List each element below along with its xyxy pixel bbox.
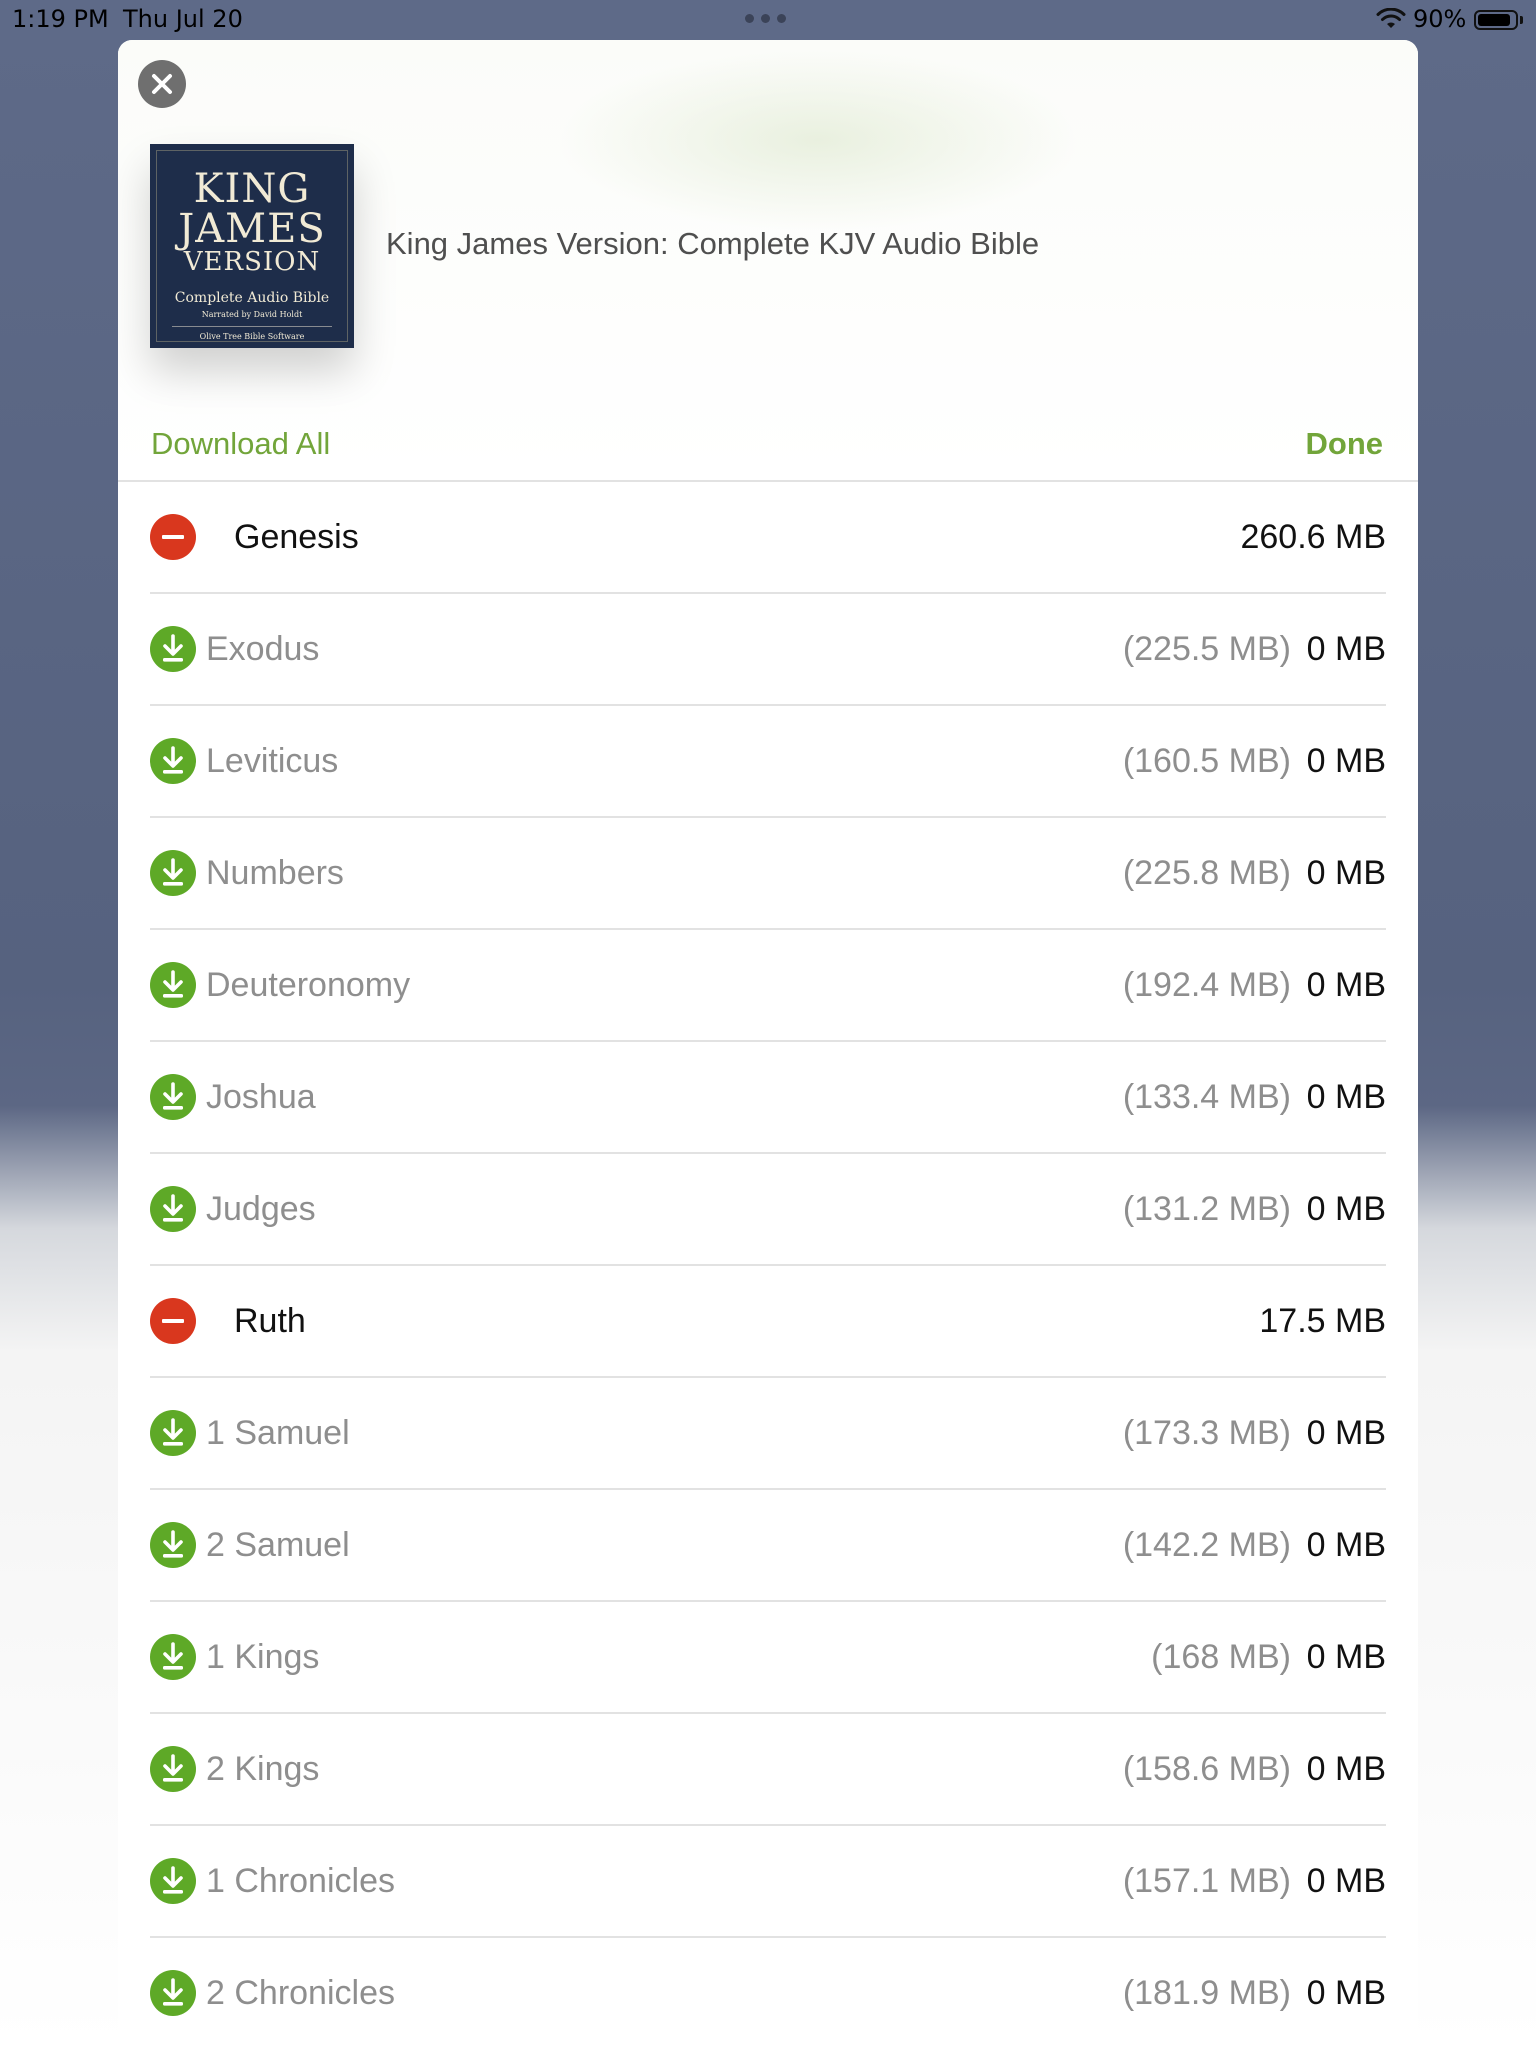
audio-download-sheet: KING JAMES VERSION Complete Audio Bible … (118, 40, 1418, 2048)
book-downloaded-size: 0 MB (1306, 966, 1386, 1004)
battery-cap (1520, 16, 1523, 24)
cover-line2: JAMES (178, 206, 326, 252)
book-downloaded-size: 0 MB (1306, 1974, 1386, 2012)
sheet-header: KING JAMES VERSION Complete Audio Bible … (118, 40, 1418, 480)
book-downloaded-size: 0 MB (1306, 742, 1386, 780)
book-full-size: (133.4 MB) (1122, 1078, 1291, 1116)
remove-icon[interactable] (150, 1298, 196, 1344)
wifi-icon (1376, 8, 1406, 28)
download-icon[interactable] (150, 962, 196, 1008)
download-icon[interactable] (150, 1970, 196, 2016)
list-item[interactable]: 2 Chronicles (181.9 MB) 0 MB (150, 1938, 1386, 2048)
book-full-size: (225.5 MB) (1122, 630, 1291, 668)
book-name: 2 Samuel (206, 1526, 350, 1564)
book-full-size: (160.5 MB) (1122, 742, 1291, 780)
list-item[interactable]: 1 Kings (168 MB) 0 MB (150, 1602, 1386, 1714)
download-icon[interactable] (150, 626, 196, 672)
battery-percent: 90% (1413, 5, 1467, 33)
book-list: Genesis 260.6 MB Exodus (225.5 MB) 0 MB Levit… (118, 482, 1418, 2048)
book-name: Leviticus (206, 742, 339, 780)
book-full-size: (142.2 MB) (1122, 1526, 1291, 1564)
book-full-size: (225.8 MB) (1122, 854, 1291, 892)
battery-icon (1474, 10, 1518, 30)
list-item[interactable]: Numbers (225.8 MB) 0 MB (150, 818, 1386, 930)
book-name: Joshua (206, 1078, 316, 1116)
book-full-size: (173.3 MB) (1122, 1414, 1291, 1452)
book-name: Deuteronomy (206, 966, 411, 1004)
book-name: 2 Kings (206, 1750, 320, 1788)
list-item[interactable]: Joshua (133.4 MB) 0 MB (150, 1042, 1386, 1154)
book-downloaded-size: 0 MB (1306, 1750, 1386, 1788)
book-full-size: (192.4 MB) (1122, 966, 1291, 1004)
download-icon[interactable] (150, 1858, 196, 1904)
remove-icon[interactable] (150, 514, 196, 560)
book-full-size: (181.9 MB) (1122, 1974, 1291, 2012)
list-item[interactable]: Ruth 17.5 MB (150, 1266, 1386, 1378)
download-icon[interactable] (150, 850, 196, 896)
book-name: Genesis (234, 518, 359, 556)
book-downloaded-size: 0 MB (1306, 1862, 1386, 1900)
book-name: Numbers (206, 854, 344, 892)
book-full-size: (157.1 MB) (1122, 1862, 1291, 1900)
book-downloaded-size: 0 MB (1306, 1526, 1386, 1564)
book-downloaded-size: 0 MB (1306, 630, 1386, 668)
list-item[interactable]: Exodus (225.5 MB) 0 MB (150, 594, 1386, 706)
cover-narrator: Narrated by David Holdt (201, 310, 303, 319)
book-name: 1 Samuel (206, 1414, 350, 1452)
download-icon[interactable] (150, 1074, 196, 1120)
status-time: 1:19 PM (12, 5, 109, 33)
book-name: 1 Kings (206, 1638, 320, 1676)
list-item[interactable]: Genesis 260.6 MB (150, 482, 1386, 594)
book-downloaded-size: 0 MB (1306, 1638, 1386, 1676)
done-button[interactable]: Done (1306, 426, 1384, 462)
book-name: Judges (206, 1190, 316, 1228)
book-cover-image: KING JAMES VERSION Complete Audio Bible … (150, 144, 354, 348)
download-icon[interactable] (150, 1746, 196, 1792)
status-bar: 1:19 PM Thu Jul 20 90% (0, 0, 1536, 38)
download-icon[interactable] (150, 738, 196, 784)
download-all-button[interactable]: Download All (151, 426, 330, 462)
book-name: Ruth (234, 1302, 306, 1340)
list-item[interactable]: 1 Chronicles (157.1 MB) 0 MB (150, 1826, 1386, 1938)
list-item[interactable]: 2 Kings (158.6 MB) 0 MB (150, 1714, 1386, 1826)
list-item[interactable]: 2 Samuel (142.2 MB) 0 MB (150, 1490, 1386, 1602)
download-icon[interactable] (150, 1522, 196, 1568)
book-downloaded-size: 0 MB (1306, 1414, 1386, 1452)
list-item[interactable]: 1 Samuel (173.3 MB) 0 MB (150, 1378, 1386, 1490)
book-full-size: (158.6 MB) (1122, 1750, 1291, 1788)
list-item[interactable]: Leviticus (160.5 MB) 0 MB (150, 706, 1386, 818)
book-full-size: (168 MB) (1151, 1638, 1291, 1676)
cover-line3: VERSION (183, 247, 321, 277)
status-date: Thu Jul 20 (123, 5, 243, 33)
multitasking-dots-icon[interactable] (745, 14, 789, 24)
list-item[interactable]: Judges (131.2 MB) 0 MB (150, 1154, 1386, 1266)
cover-line1: KING (193, 166, 311, 212)
list-item[interactable]: Deuteronomy (192.4 MB) 0 MB (150, 930, 1386, 1042)
book-name: Exodus (206, 630, 320, 668)
download-icon[interactable] (150, 1634, 196, 1680)
download-icon[interactable] (150, 1186, 196, 1232)
book-name: 2 Chronicles (206, 1974, 395, 2012)
cover-publisher: Olive Tree Bible Software (199, 332, 305, 341)
book-name: 1 Chronicles (206, 1862, 395, 1900)
cover-subtitle: Complete Audio Bible (174, 290, 330, 306)
book-downloaded-size: 0 MB (1306, 1190, 1386, 1228)
book-downloaded-size: 17.5 MB (1259, 1302, 1386, 1340)
close-button[interactable] (138, 60, 186, 108)
book-downloaded-size: 0 MB (1306, 854, 1386, 892)
close-icon (152, 74, 172, 94)
book-full-size: (131.2 MB) (1122, 1190, 1291, 1228)
book-downloaded-size: 260.6 MB (1240, 518, 1386, 556)
download-icon[interactable] (150, 1410, 196, 1456)
book-downloaded-size: 0 MB (1306, 1078, 1386, 1116)
product-title: King James Version: Complete KJV Audio B… (386, 226, 1040, 261)
